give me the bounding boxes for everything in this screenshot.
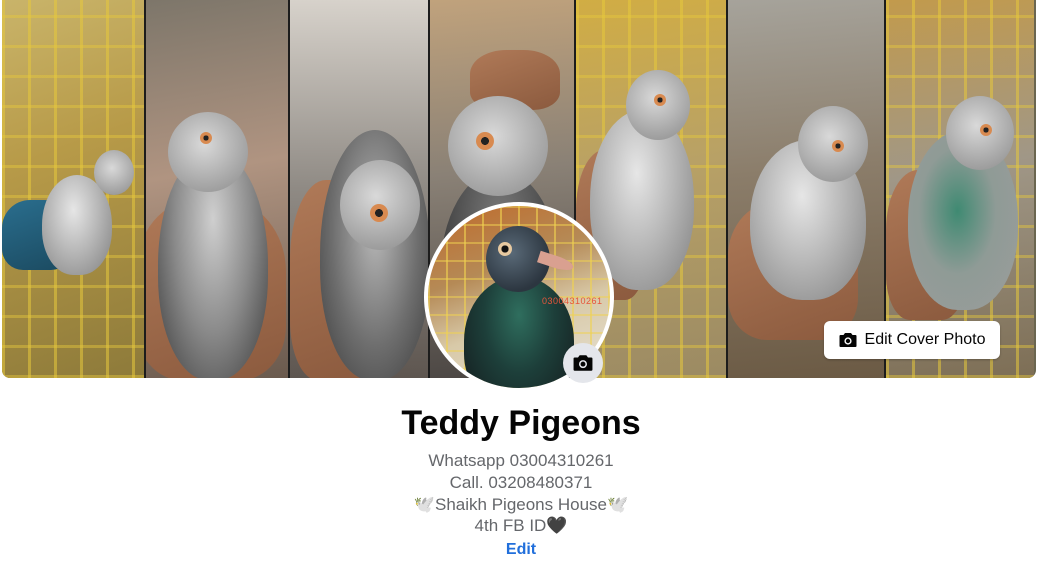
profile-page: Edit Cover Photo 03004310261 Teddy Pigeo… bbox=[0, 0, 1042, 563]
camera-icon bbox=[573, 354, 593, 372]
edit-bio-link[interactable]: Edit bbox=[506, 539, 536, 561]
avatar-watermark: 03004310261 bbox=[542, 296, 603, 306]
profile-bio: Whatsapp 03004310261 Call. 03208480371 🕊… bbox=[0, 450, 1042, 561]
camera-icon bbox=[839, 332, 857, 348]
cover-collage-panel bbox=[2, 0, 146, 378]
bio-line-house: 🕊️Shaikh Pigeons House🕊️ bbox=[413, 494, 629, 514]
profile-name: Teddy Pigeons bbox=[401, 404, 641, 442]
edit-cover-photo-button[interactable]: Edit Cover Photo bbox=[824, 321, 1000, 359]
bio-line-call: Call. 03208480371 bbox=[449, 472, 593, 492]
bio-line-whatsapp: Whatsapp 03004310261 bbox=[428, 451, 614, 470]
cover-collage-panel bbox=[290, 0, 430, 378]
update-profile-picture-button[interactable] bbox=[563, 343, 603, 383]
edit-cover-photo-label: Edit Cover Photo bbox=[864, 331, 986, 348]
bio-line-fb-id: 4th FB ID🖤 bbox=[474, 516, 568, 536]
cover-collage-panel bbox=[146, 0, 290, 378]
